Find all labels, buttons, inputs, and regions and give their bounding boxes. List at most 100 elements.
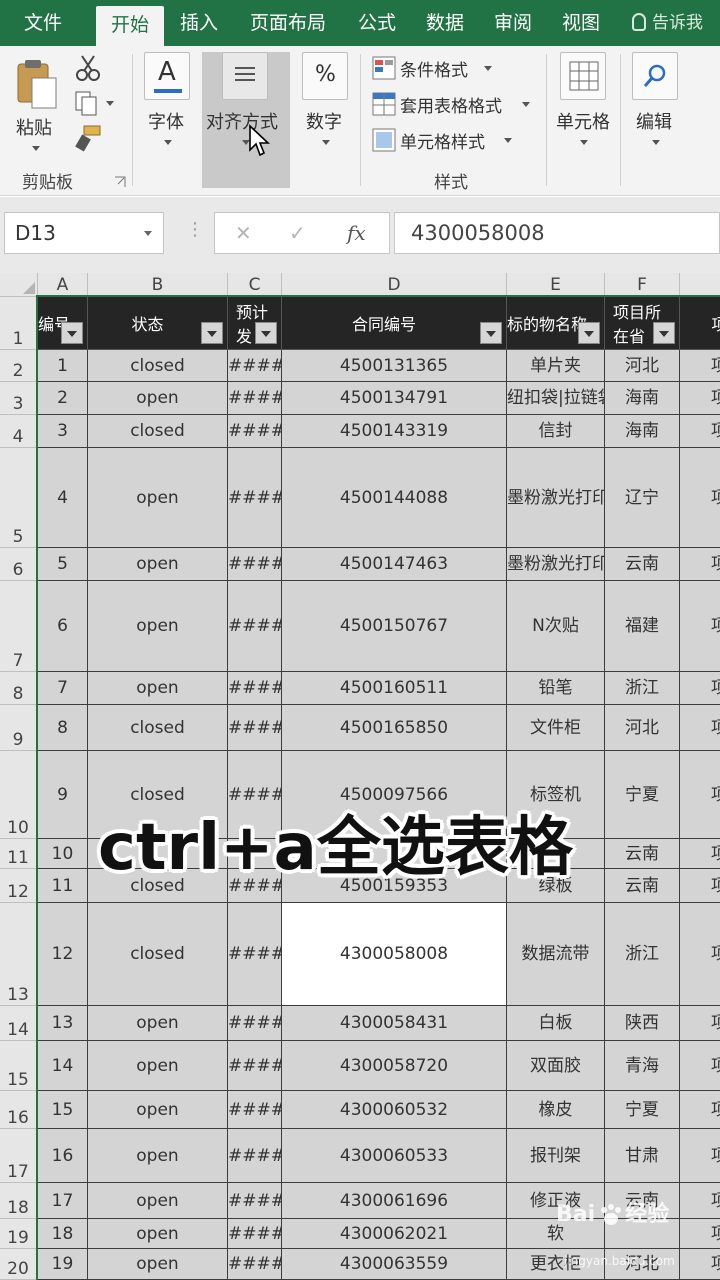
number-button[interactable]: % 数字 <box>298 52 354 162</box>
row-header-6[interactable]: 6 <box>0 548 38 581</box>
cell-e7[interactable]: N次贴 <box>507 581 605 672</box>
row-header-9[interactable]: 9 <box>0 705 38 751</box>
format-painter-icon[interactable] <box>74 124 102 152</box>
conditional-formatting-button[interactable]: 条件格式 <box>372 56 532 84</box>
row-header-5[interactable]: 5 <box>0 448 38 548</box>
cell-d9[interactable]: 4500165850 <box>282 705 507 751</box>
cell-d13[interactable]: 4300058008 <box>282 903 507 1006</box>
cell-g2[interactable]: 项 <box>680 350 720 382</box>
cell-a18[interactable]: 17 <box>38 1183 88 1219</box>
cell-g6[interactable]: 项 <box>680 548 720 581</box>
tell-me-search[interactable]: 告诉我 <box>632 0 703 46</box>
cell-a8[interactable]: 7 <box>38 672 88 705</box>
filter-dropdown-button[interactable] <box>653 322 675 344</box>
header-cell-e[interactable]: 标的物名称 <box>507 297 605 350</box>
cell-e5[interactable]: 墨粉激光打印机 <box>507 448 605 548</box>
cell-c4[interactable]: #### <box>228 415 282 448</box>
cell-b19[interactable]: open <box>88 1219 228 1249</box>
cancel-icon[interactable]: ✕ <box>235 221 252 245</box>
cell-f7[interactable]: 福建 <box>605 581 680 672</box>
column-header-a[interactable]: A <box>38 273 88 297</box>
cell-a4[interactable]: 3 <box>38 415 88 448</box>
filter-dropdown-button[interactable] <box>201 322 223 344</box>
cell-c18[interactable]: #### <box>228 1183 282 1219</box>
cell-f13[interactable]: 浙江 <box>605 903 680 1006</box>
cell-g14[interactable]: 项 <box>680 1006 720 1041</box>
header-cell-b[interactable]: 状态 <box>88 297 228 350</box>
cell-g5[interactable]: 项 <box>680 448 720 548</box>
column-header-g[interactable] <box>680 273 720 297</box>
cell-b2[interactable]: closed <box>88 350 228 382</box>
cell-f4[interactable]: 海南 <box>605 415 680 448</box>
cell-e16[interactable]: 橡皮 <box>507 1091 605 1129</box>
cell-f17[interactable]: 甘肃 <box>605 1129 680 1183</box>
cell-g19[interactable]: 项 <box>680 1219 720 1249</box>
cell-c14[interactable]: #### <box>228 1006 282 1041</box>
cell-a20[interactable]: 19 <box>38 1249 88 1280</box>
row-header-10[interactable]: 10 <box>0 751 38 839</box>
filter-dropdown-button[interactable] <box>578 322 600 344</box>
cell-c17[interactable]: #### <box>228 1129 282 1183</box>
worksheet-grid[interactable]: ABCDEF 1 2 3 4 5 6 7 8 9 10 11 12 13 14 15 16 17 18 19 20 编… <box>0 273 720 1280</box>
cell-a12[interactable]: 11 <box>38 869 88 903</box>
cell-a10[interactable]: 9 <box>38 751 88 839</box>
column-header-b[interactable]: B <box>88 273 228 297</box>
paste-button[interactable]: 粘贴 <box>10 52 62 162</box>
cell-c7[interactable]: #### <box>228 581 282 672</box>
cell-a19[interactable]: 18 <box>38 1219 88 1249</box>
row-header-11[interactable]: 11 <box>0 839 38 869</box>
cell-d14[interactable]: 4300058431 <box>282 1006 507 1041</box>
cell-a9[interactable]: 8 <box>38 705 88 751</box>
cell-e4[interactable]: 信封 <box>507 415 605 448</box>
formula-input[interactable]: 4300058008 <box>394 212 720 254</box>
cell-d2[interactable]: 4500131365 <box>282 350 507 382</box>
cell-b3[interactable]: open <box>88 382 228 415</box>
cell-f12[interactable]: 云南 <box>605 869 680 903</box>
cell-b15[interactable]: open <box>88 1041 228 1091</box>
cell-d20[interactable]: 4300063559 <box>282 1249 507 1280</box>
header-cell-a[interactable]: 编号 <box>38 297 88 350</box>
cell-a3[interactable]: 2 <box>38 382 88 415</box>
cell-g12[interactable]: 项 <box>680 869 720 903</box>
cell-e3[interactable]: 纽扣袋|拉链袋 <box>507 382 605 415</box>
row-header-20[interactable]: 20 <box>0 1249 38 1280</box>
cell-c8[interactable]: #### <box>228 672 282 705</box>
header-cell-c[interactable]: 预计发 <box>228 297 282 350</box>
tab-file[interactable]: 文件 <box>0 0 86 46</box>
cell-b14[interactable]: open <box>88 1006 228 1041</box>
copy-icon[interactable] <box>74 90 114 118</box>
select-all-button[interactable] <box>0 273 38 297</box>
cell-a17[interactable]: 16 <box>38 1129 88 1183</box>
cell-e9[interactable]: 文件柜 <box>507 705 605 751</box>
cell-b8[interactable]: open <box>88 672 228 705</box>
cell-f14[interactable]: 陕西 <box>605 1006 680 1041</box>
cells-button[interactable]: 单元格 <box>554 52 614 162</box>
cell-d4[interactable]: 4500143319 <box>282 415 507 448</box>
cell-f6[interactable]: 云南 <box>605 548 680 581</box>
cell-a6[interactable]: 5 <box>38 548 88 581</box>
cell-b9[interactable]: closed <box>88 705 228 751</box>
cell-c19[interactable]: #### <box>228 1219 282 1249</box>
cell-d17[interactable]: 4300060533 <box>282 1129 507 1183</box>
cell-d15[interactable]: 4300058720 <box>282 1041 507 1091</box>
font-button[interactable]: A 字体 <box>140 52 196 162</box>
row-header-19[interactable]: 19 <box>0 1219 38 1249</box>
cell-e8[interactable]: 铅笔 <box>507 672 605 705</box>
cell-b17[interactable]: open <box>88 1129 228 1183</box>
cell-c20[interactable]: #### <box>228 1249 282 1280</box>
cell-d16[interactable]: 4300060532 <box>282 1091 507 1129</box>
cell-g16[interactable]: 项 <box>680 1091 720 1129</box>
cell-d19[interactable]: 4300062021 <box>282 1219 507 1249</box>
cell-d8[interactable]: 4500160511 <box>282 672 507 705</box>
tab-review[interactable]: 审阅 <box>482 0 544 46</box>
row-header-18[interactable]: 18 <box>0 1183 38 1219</box>
cell-b6[interactable]: open <box>88 548 228 581</box>
cell-c6[interactable]: #### <box>228 548 282 581</box>
cell-a16[interactable]: 15 <box>38 1091 88 1129</box>
cell-c9[interactable]: #### <box>228 705 282 751</box>
row-header-2[interactable]: 2 <box>0 350 38 382</box>
filter-dropdown-button[interactable] <box>480 322 502 344</box>
cell-e2[interactable]: 单片夹 <box>507 350 605 382</box>
cell-d7[interactable]: 4500150767 <box>282 581 507 672</box>
chevron-down-icon[interactable] <box>144 231 152 236</box>
